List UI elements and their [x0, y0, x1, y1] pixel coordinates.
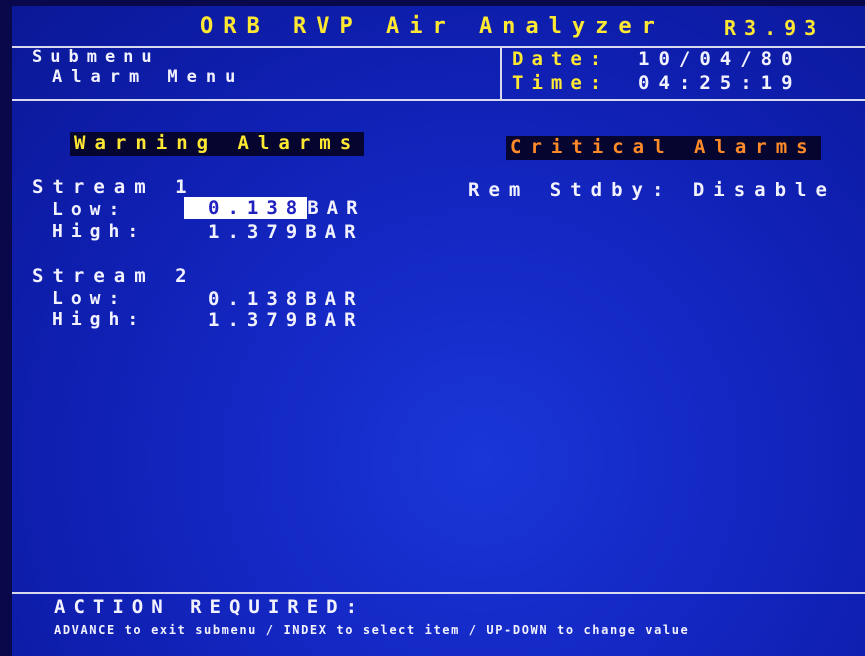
stream-1-low-unit: BAR	[307, 197, 366, 219]
stream-2-low-value[interactable]: 0.138	[208, 288, 305, 310]
stream-2-low-label: Low:	[52, 288, 128, 309]
stream-1-title: Stream 1	[32, 176, 196, 198]
stream-1-low-field[interactable]: 0.138 BAR	[184, 197, 366, 219]
stream-1-low-value[interactable]: 0.138	[184, 197, 308, 219]
warning-alarms-header: Warning Alarms	[70, 132, 365, 156]
submenu-divider	[12, 99, 865, 101]
stream-2-high-unit: BAR	[305, 309, 364, 331]
stream-1-high-label: High:	[52, 221, 147, 242]
time-label: Time:	[512, 72, 610, 94]
critical-alarms-header: Critical Alarms	[506, 136, 821, 160]
stream-2-high-label: High:	[52, 309, 147, 330]
stream-1-high-unit: BAR	[305, 221, 364, 243]
stream-2-title: Stream 2	[32, 265, 196, 287]
submenu-label: Submenu	[32, 47, 160, 67]
action-required-label: ACTION REQUIRED:	[54, 596, 366, 618]
datetime-divider	[500, 46, 502, 99]
stream-2-low-unit: BAR	[305, 288, 364, 310]
stream-2-high-field[interactable]: 1.379BAR	[208, 311, 364, 330]
stream-1-high-field[interactable]: 1.379BAR	[208, 223, 364, 242]
time-value: 04:25:19	[638, 72, 802, 94]
analyzer-screen: ORB RVP Air Analyzer R3.93 Submenu Alarm…	[12, 6, 865, 656]
stream-1-high-value[interactable]: 1.379	[208, 221, 305, 243]
action-help-text: ADVANCE to exit submenu / INDEX to selec…	[54, 623, 690, 637]
rem-stdby-setting[interactable]: Rem Stdby: Disable	[468, 181, 836, 200]
app-title: ORB RVP Air Analyzer	[200, 14, 665, 39]
date-value: 10/04/80	[638, 48, 802, 70]
version-label: R3.93	[724, 16, 825, 40]
stream-1-low-label: Low:	[52, 199, 128, 220]
stream-2-low-field[interactable]: 0.138BAR	[208, 290, 364, 309]
submenu-name: Alarm Menu	[52, 67, 245, 87]
stream-2-high-value[interactable]: 1.379	[208, 309, 305, 331]
footer-divider	[12, 592, 865, 594]
date-label: Date:	[512, 48, 610, 70]
